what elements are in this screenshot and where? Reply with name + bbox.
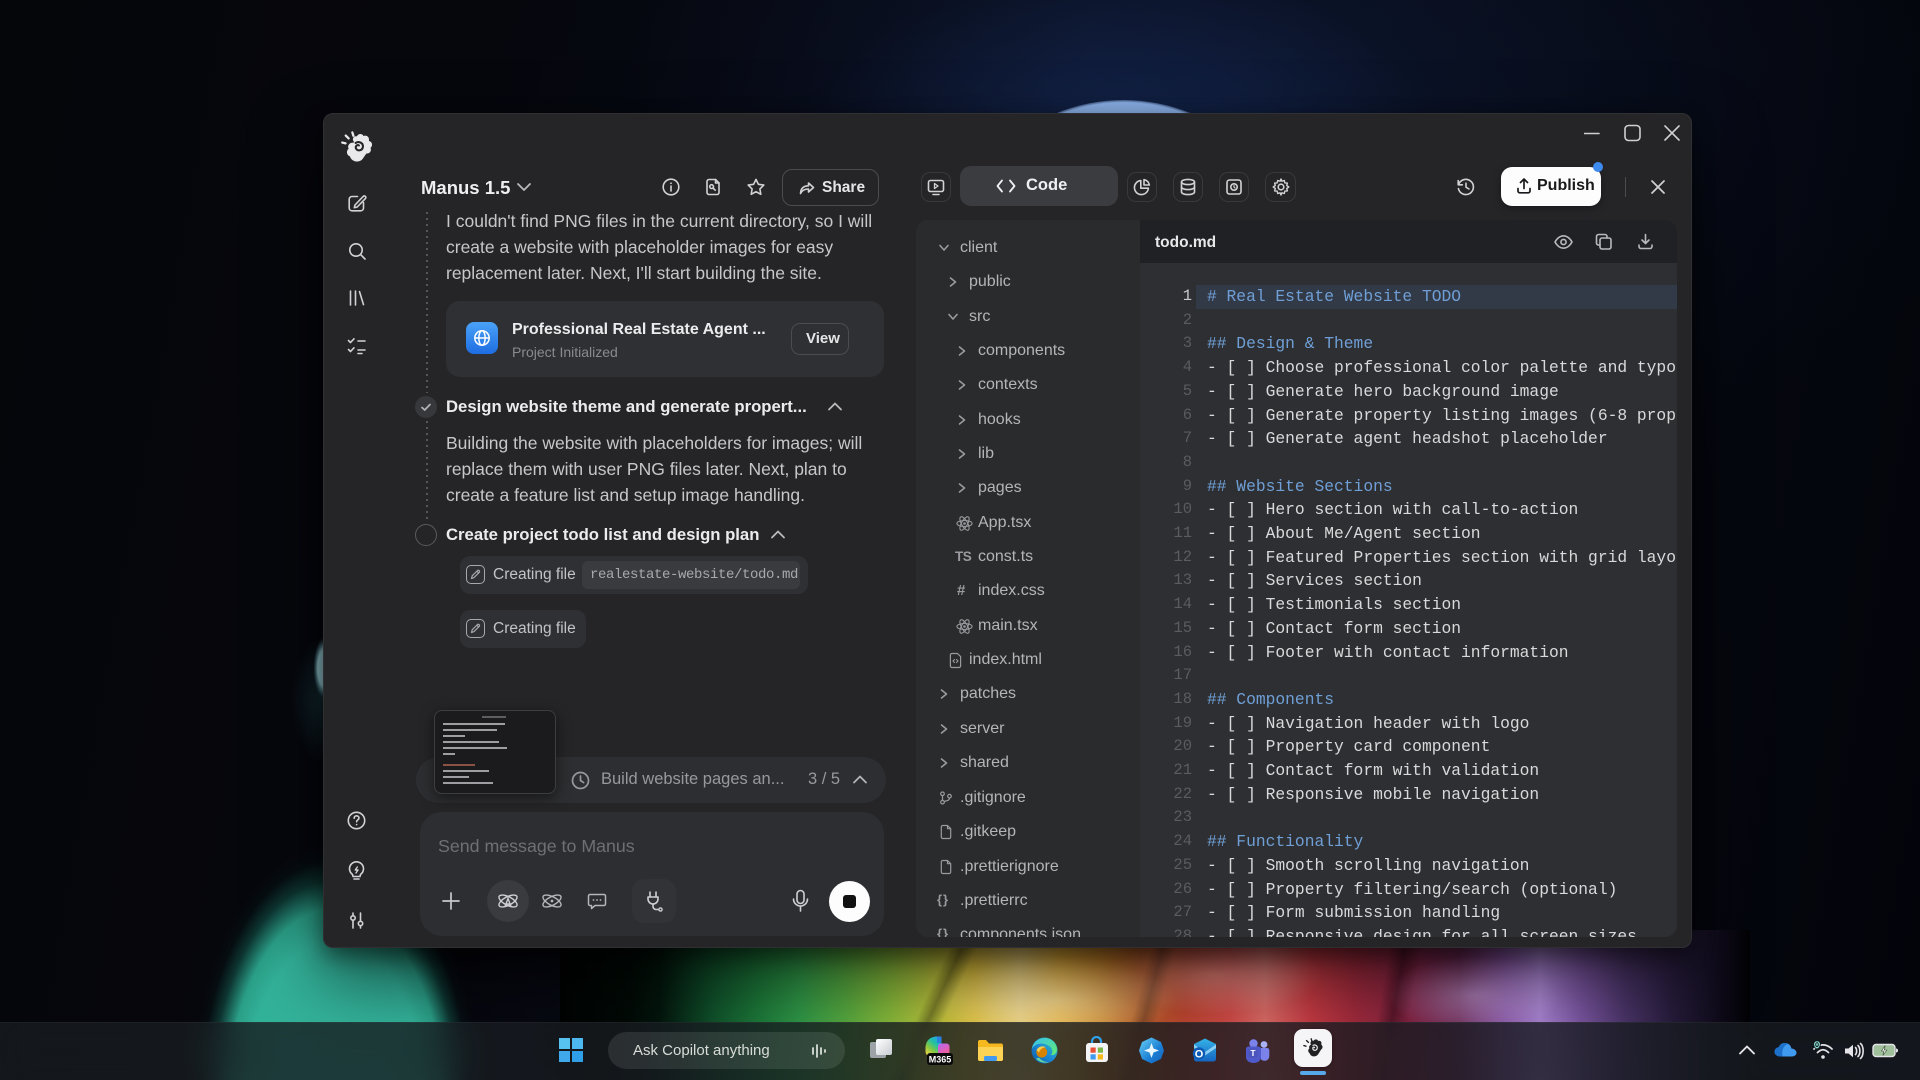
svg-text:M365: M365 [929,1055,952,1065]
svg-text:O: O [1195,1049,1204,1061]
svg-text:T: T [1250,1048,1256,1058]
